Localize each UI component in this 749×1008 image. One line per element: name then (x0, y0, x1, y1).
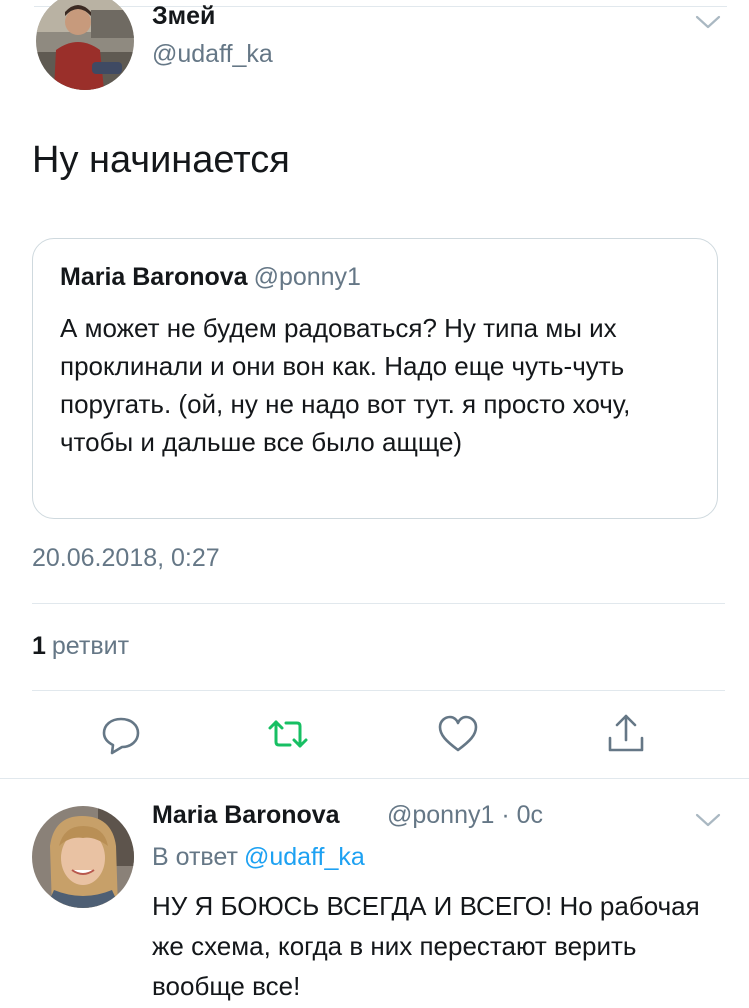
reply-to-label: В ответ (152, 843, 238, 871)
share-icon[interactable] (604, 712, 648, 756)
quoted-author: Maria Baronova @ponny1 (60, 263, 361, 292)
stats-top-divider (32, 603, 725, 604)
reply-author-handle[interactable]: @ponny1 · 0с (387, 801, 543, 830)
tweet-timestamp: 20.06.2018, 0:27 (32, 544, 220, 572)
reply-to-line: В ответ @udaff_ka (152, 843, 365, 872)
tweet-text: Ну начинается (32, 139, 290, 181)
reply-chevron-down-icon[interactable] (694, 812, 722, 828)
reply-avatar[interactable] (32, 806, 134, 908)
reply-avatar-photo (32, 806, 134, 908)
like-icon[interactable] (436, 712, 480, 756)
retweet-count: 1 (32, 632, 46, 660)
reply-icon[interactable] (99, 712, 143, 756)
chevron-down-icon[interactable] (694, 14, 722, 30)
reply-author-name[interactable]: Maria Baronova (152, 801, 340, 830)
author-name[interactable]: Змей (152, 2, 215, 31)
author-handle[interactable]: @udaff_ka (152, 40, 273, 69)
retweet-stats[interactable]: 1 ретвит (32, 632, 129, 661)
retweet-count-label: ретвит (51, 632, 130, 660)
quoted-tweet-text: А может не будем радоваться? Ну типа мы … (60, 313, 631, 457)
reply-to-handle[interactable]: @udaff_ka (244, 843, 365, 871)
avatar[interactable] (36, 0, 134, 90)
quoted-tweet[interactable]: Maria Baronova @ponny1 А может не будем р… (32, 238, 718, 519)
section-divider (0, 778, 749, 779)
retweet-icon[interactable] (266, 712, 310, 756)
quoted-author-handle: @ponny1 (253, 263, 361, 291)
quoted-author-name: Maria Baronova (60, 263, 248, 291)
reply-tweet-text: НУ Я БОЮСЬ ВСЕГДА И ВСЕГО! Но рабочая же… (152, 891, 700, 1001)
avatar-photo (36, 0, 134, 90)
top-divider (34, 6, 727, 7)
stats-bottom-divider (32, 690, 725, 691)
